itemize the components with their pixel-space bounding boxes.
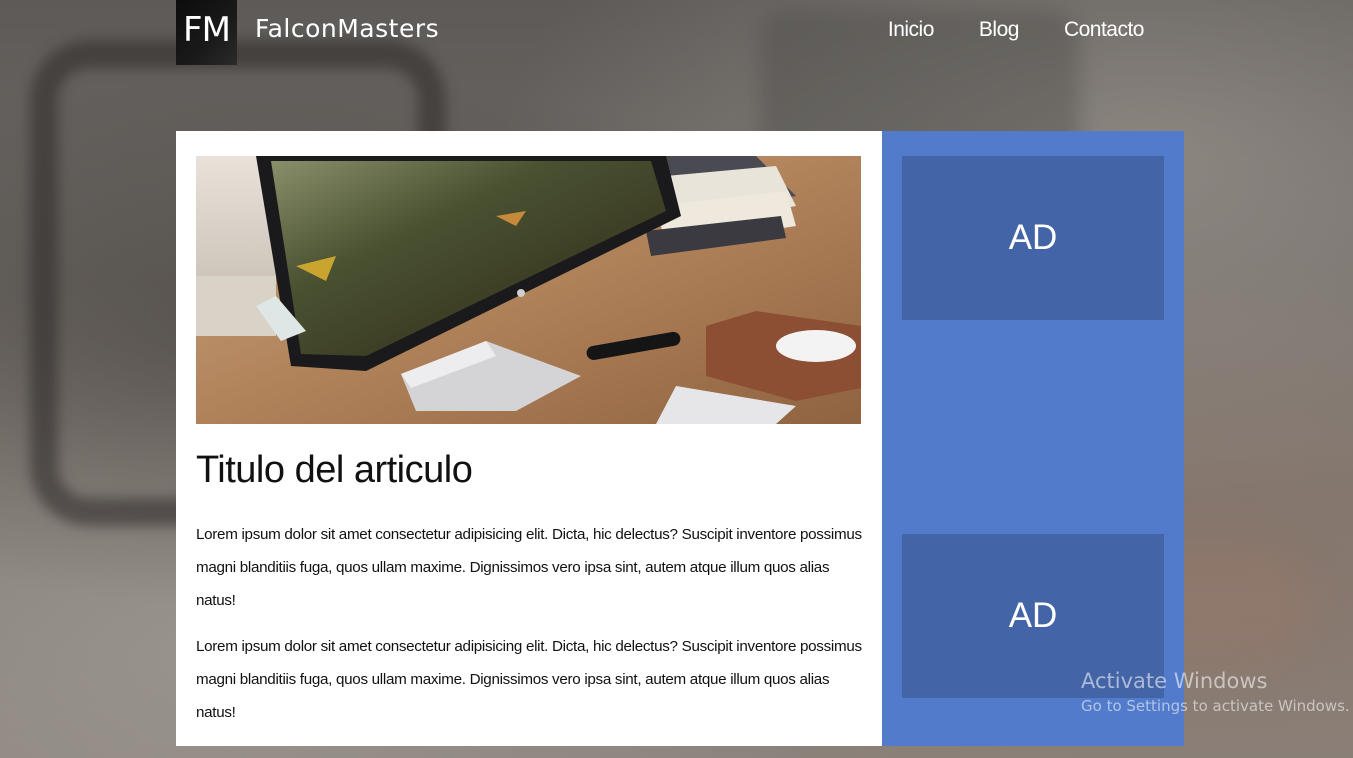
logo-mark[interactable]: FM [176, 0, 237, 65]
nav-link-contacto[interactable]: Contacto [1064, 18, 1145, 42]
article-paragraph: Lorem ipsum dolor sit amet consectetur a… [196, 526, 862, 609]
site-header: FM FalconMasters Inicio Blog Contacto [176, 0, 1184, 66]
main-nav: Inicio Blog Contacto [888, 18, 1145, 42]
activate-windows-watermark: Activate Windows Go to Settings to activ… [1081, 667, 1350, 717]
nav-link-inicio[interactable]: Inicio [888, 18, 935, 42]
watermark-subtitle: Go to Settings to activate Windows. [1081, 697, 1350, 715]
watermark-title: Activate Windows [1081, 669, 1268, 693]
nav-link-blog[interactable]: Blog [979, 18, 1020, 42]
article-container: Titulo del articulo Lorem ipsum dolor si… [176, 131, 882, 746]
brand-name[interactable]: FalconMasters [255, 14, 439, 43]
article-paragraph: Lorem ipsum dolor sit amet consectetur a… [196, 638, 862, 721]
ad-slot[interactable]: AD [902, 156, 1164, 320]
sidebar: AD AD [882, 131, 1184, 746]
desk-photo-illustration [196, 156, 861, 424]
article-hero-image [196, 156, 861, 424]
article-title: Titulo del articulo [196, 449, 473, 491]
